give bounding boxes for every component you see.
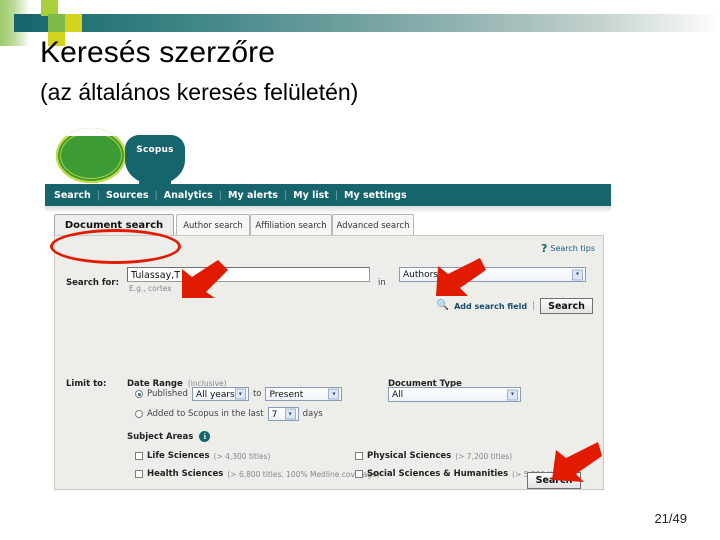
- question-mark-icon: ?: [540, 242, 548, 255]
- document-type-select[interactable]: All ▾: [388, 387, 521, 402]
- nav-separator: |: [283, 189, 288, 201]
- published-radio[interactable]: [135, 390, 143, 398]
- date-from-value: All years: [195, 390, 235, 400]
- date-to-select[interactable]: Present ▾: [265, 387, 343, 401]
- added-days-suffix: days: [302, 409, 323, 419]
- published-label: Published: [147, 389, 188, 399]
- checkbox-social-sciences[interactable]: [355, 470, 363, 478]
- slide-title-block: Keresés szerzőre (az általános keresés f…: [40, 36, 680, 106]
- header-gradient-band: [0, 14, 720, 32]
- search-for-label: Search for:: [66, 278, 119, 288]
- limit-to-label: Limit to:: [66, 379, 107, 389]
- nav-item-sources[interactable]: Sources: [106, 190, 149, 201]
- query-input[interactable]: Tulassay,T: [127, 267, 370, 282]
- nav-item-search[interactable]: Search: [54, 190, 91, 201]
- checkbox-physical-sciences[interactable]: [355, 452, 363, 460]
- chevron-down-icon: ▾: [328, 388, 340, 400]
- nav-item-my-list[interactable]: My list: [293, 190, 329, 201]
- checkbox-life-sciences[interactable]: [135, 452, 143, 460]
- search-tabs: Document search Author search Affiliatio…: [45, 214, 611, 236]
- added-to-scopus-label: Added to Scopus in the last: [147, 409, 264, 419]
- subject-label-health-sciences: Health Sciences: [147, 469, 224, 479]
- limit-panel: Limit to: Date Range (inclusive) Publish…: [54, 361, 604, 490]
- subject-areas-title: Subject Areas: [127, 431, 194, 442]
- tab-author-search[interactable]: Author search: [176, 214, 250, 236]
- subject-label-physical-sciences: Physical Sciences: [367, 451, 452, 461]
- date-from-select[interactable]: All years ▾: [191, 387, 249, 401]
- deco-square-8: [82, 0, 98, 14]
- search-panel: ? Search tips Search for: Tulassay,T E.g…: [54, 235, 604, 363]
- action-divider: |: [532, 301, 535, 311]
- date-to-label: to: [252, 389, 262, 399]
- added-to-scopus-radio[interactable]: [135, 410, 143, 418]
- added-days-select[interactable]: 7 ▾: [267, 407, 299, 421]
- deco-square-4: [48, 14, 65, 32]
- chevron-down-icon: ▾: [507, 389, 518, 400]
- checkbox-health-sciences[interactable]: [135, 470, 143, 478]
- deco-square-5: [65, 14, 82, 32]
- added-days-value: 7: [271, 410, 278, 420]
- scopus-screenshot: Scopus Search | Sources | Analytics | My…: [45, 128, 611, 500]
- nav-item-analytics[interactable]: Analytics: [164, 190, 213, 201]
- scopus-wordmark: Scopus: [136, 145, 174, 155]
- scopus-header: Scopus: [45, 128, 611, 191]
- subject-label-life-sciences: Life Sciences: [147, 451, 210, 461]
- field-select-value: Authors: [403, 270, 438, 280]
- chevron-down-icon: ▾: [284, 408, 296, 420]
- scopus-circle-logo-icon: [56, 128, 126, 183]
- search-button-top[interactable]: Search: [540, 298, 593, 314]
- field-select[interactable]: Authors ▾: [399, 267, 586, 282]
- page-title: Keresés szerzőre: [40, 36, 276, 69]
- subject-label-social-sciences: Social Sciences & Humanities: [367, 469, 509, 479]
- info-icon[interactable]: i: [199, 431, 211, 442]
- document-type-value: All: [392, 390, 404, 400]
- chevron-down-icon: ▾: [234, 388, 246, 400]
- nav-separator: |: [96, 189, 100, 201]
- navbar-shadow: [45, 206, 611, 213]
- nav-item-my-alerts[interactable]: My alerts: [228, 190, 278, 201]
- scopus-navbar: Search | Sources | Analytics | My alerts…: [45, 184, 611, 206]
- scopus-logo-tab: Scopus: [125, 135, 185, 191]
- tab-affiliation-search[interactable]: Affiliation search: [250, 214, 332, 236]
- add-search-field-link[interactable]: Add search field: [454, 302, 527, 311]
- page-number: 21/49: [654, 511, 687, 526]
- page-subtitle: (az általános keresés felületén): [40, 78, 359, 105]
- in-label: in: [378, 278, 386, 288]
- chevron-down-icon: ▾: [572, 269, 583, 280]
- magnifier-plus-icon: 🔍: [436, 300, 450, 311]
- subject-note-life-sciences: (> 4,300 titles): [213, 451, 271, 461]
- search-tips-link[interactable]: Search tips: [550, 244, 595, 253]
- nav-separator: |: [218, 189, 222, 201]
- query-input-value: Tulassay,T: [131, 270, 181, 281]
- nav-separator: |: [154, 189, 158, 201]
- deco-square-1: [14, 14, 32, 32]
- tab-document-search[interactable]: Document search: [54, 214, 174, 236]
- nav-item-my-settings[interactable]: My settings: [344, 190, 407, 201]
- tab-advanced-search[interactable]: Advanced search: [332, 214, 414, 236]
- query-hint: E.g., cortex: [129, 284, 172, 293]
- bottom-search-button[interactable]: Search: [527, 472, 581, 489]
- date-to-value: Present: [269, 390, 304, 400]
- nav-separator: |: [334, 189, 339, 201]
- subject-note-physical-sciences: (> 7,200 titles): [455, 451, 513, 461]
